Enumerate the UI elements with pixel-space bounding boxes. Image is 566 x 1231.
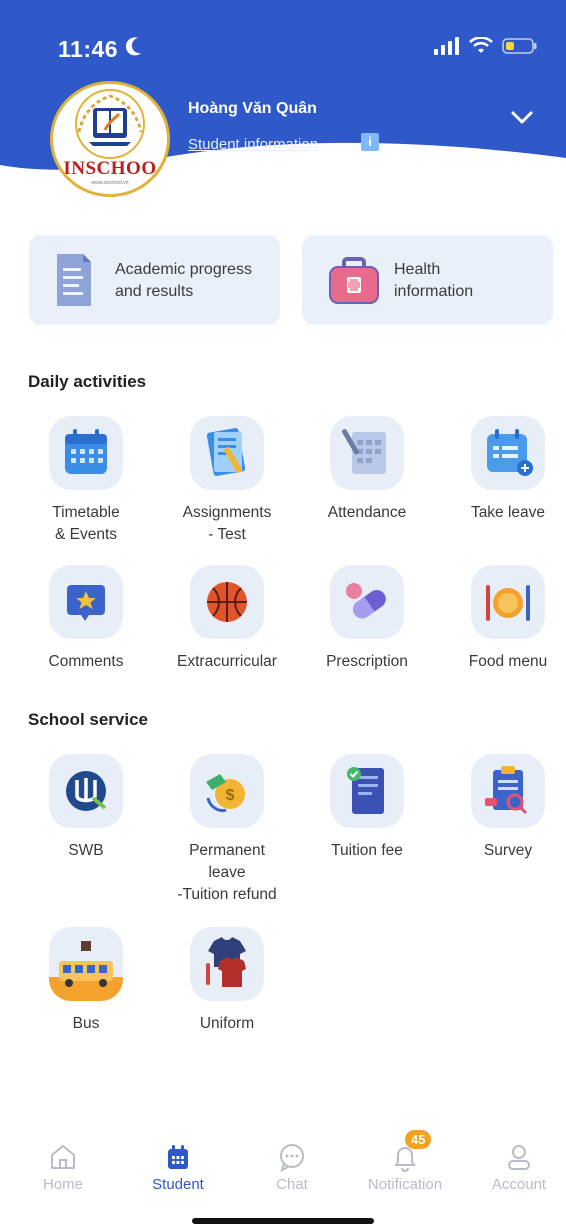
tuition-fee-label: Tuition fee: [331, 842, 403, 859]
assignments-label-line1: Assignments: [182, 504, 272, 521]
status-time: 11:46: [58, 36, 119, 62]
chevron-down-icon[interactable]: [510, 110, 534, 126]
take-leave-icon: [487, 429, 533, 476]
moon-icon: [126, 37, 141, 56]
swb-label: SWB: [68, 842, 104, 859]
tab-home[interactable]: Home: [8, 1140, 118, 1193]
student-name: Hoàng Văn Quân: [188, 100, 317, 117]
battery-icon: [502, 38, 537, 54]
school-logo[interactable]: INSCHOO www.inschool.vn: [50, 81, 170, 197]
tab-notification[interactable]: 45 Notification: [350, 1130, 460, 1193]
pill-icon: [346, 583, 386, 619]
bus-label: Bus: [72, 1015, 100, 1032]
calendar-icon: [65, 429, 107, 474]
food-plate-icon: [486, 585, 530, 621]
permanent-leave-label-line1: Permanent: [189, 842, 265, 859]
health-information-label-line2: information: [394, 283, 474, 300]
swb-tile[interactable]: SWB: [16, 754, 156, 862]
tab-notification-label: Notification: [367, 1176, 443, 1193]
health-information-card[interactable]: Health information: [302, 235, 553, 325]
tab-account-label: Account: [491, 1176, 547, 1193]
first-aid-kit-icon: [329, 257, 379, 304]
attendance-label: Attendance: [327, 504, 407, 521]
basketball-icon: [207, 582, 247, 622]
uniform-tile[interactable]: Uniform: [157, 927, 297, 1035]
chat-icon: [280, 1144, 304, 1172]
food-menu-label: Food menu: [468, 653, 548, 670]
prescription-label: Prescription: [326, 653, 408, 670]
tuition-fee-tile[interactable]: Tuition fee: [297, 754, 437, 862]
tab-home-label: Home: [42, 1176, 83, 1193]
academic-progress-card[interactable]: Academic progress and results: [29, 235, 280, 325]
health-information-label-line1: Health: [394, 261, 441, 278]
permanent-leave-label-line3: -Tuition refund: [177, 886, 277, 903]
tab-chat[interactable]: Chat: [237, 1140, 347, 1193]
food-menu-tile[interactable]: Food menu: [438, 565, 566, 673]
bus-tile[interactable]: Bus: [16, 927, 156, 1035]
take-leave-tile[interactable]: Take leave: [438, 416, 566, 524]
extracurricular-label: Extracurricular: [177, 653, 277, 670]
attendance-tile[interactable]: Attendance: [297, 416, 437, 524]
document-icon: [57, 254, 91, 306]
timetable-label-line2: & Events: [54, 526, 118, 543]
wifi-icon: [469, 37, 493, 53]
home-indicator[interactable]: [192, 1218, 374, 1224]
logo-subtext: www.inschool.vn: [91, 180, 129, 186]
uniform-icon: [206, 937, 246, 987]
survey-icon: [485, 766, 528, 815]
student-calendar-icon: [168, 1145, 188, 1169]
status-icons: [434, 37, 538, 55]
school-service-title: School service: [28, 710, 149, 729]
tab-student[interactable]: Student: [123, 1140, 233, 1193]
assignments-label-line2: - Test: [208, 526, 246, 543]
assignments-test-tile[interactable]: Assignments - Test: [157, 416, 297, 546]
comments-tile[interactable]: Comments: [16, 565, 156, 673]
extracurricular-tile[interactable]: Extracurricular: [157, 565, 297, 673]
comments-label: Comments: [48, 653, 124, 670]
notification-badge: 45: [405, 1130, 432, 1149]
take-leave-label: Take leave: [470, 504, 546, 521]
permanent-leave-label-line2: leave: [208, 864, 246, 881]
tab-chat-label: Chat: [276, 1176, 308, 1193]
timetable-label-line1: Timetable: [52, 504, 120, 521]
money-refund-icon: $: [206, 774, 245, 812]
academic-progress-label-line2: and results: [115, 283, 194, 300]
permanent-leave-tile[interactable]: $ Permanent leave -Tuition refund: [157, 754, 297, 906]
tab-student-label: Student: [152, 1176, 204, 1193]
survey-tile[interactable]: Survey: [438, 754, 566, 862]
student-information-link[interactable]: Student information: [188, 136, 318, 153]
survey-label: Survey: [483, 842, 533, 859]
uniform-label: Uniform: [199, 1015, 255, 1032]
attendance-icon: [342, 429, 386, 474]
header: 11:46 INSCHOO www.inschool.vn Hoàng Văn …: [0, 0, 566, 197]
logo-text: INSCHOO: [63, 158, 157, 179]
academic-progress-label-line1: Academic progress: [115, 261, 252, 278]
signal-icon: [434, 37, 459, 55]
comment-star-icon: [67, 585, 105, 621]
bus-icon: [49, 941, 123, 1001]
prescription-tile[interactable]: Prescription: [297, 565, 437, 673]
home-icon: [51, 1145, 75, 1169]
assignment-icon: [206, 428, 246, 476]
swb-logo-icon: [66, 771, 107, 811]
tab-account[interactable]: Account: [464, 1140, 566, 1193]
bottom-tab-bar: Home Student Chat 45 Notification Accoun…: [0, 1130, 566, 1193]
svg-text:$: $: [226, 787, 235, 804]
daily-activities-title: Daily activities: [28, 372, 147, 391]
info-icon[interactable]: i: [361, 133, 379, 151]
timetable-events-tile[interactable]: Timetable & Events: [16, 416, 156, 546]
account-icon: [508, 1145, 530, 1170]
invoice-icon: [347, 767, 384, 814]
